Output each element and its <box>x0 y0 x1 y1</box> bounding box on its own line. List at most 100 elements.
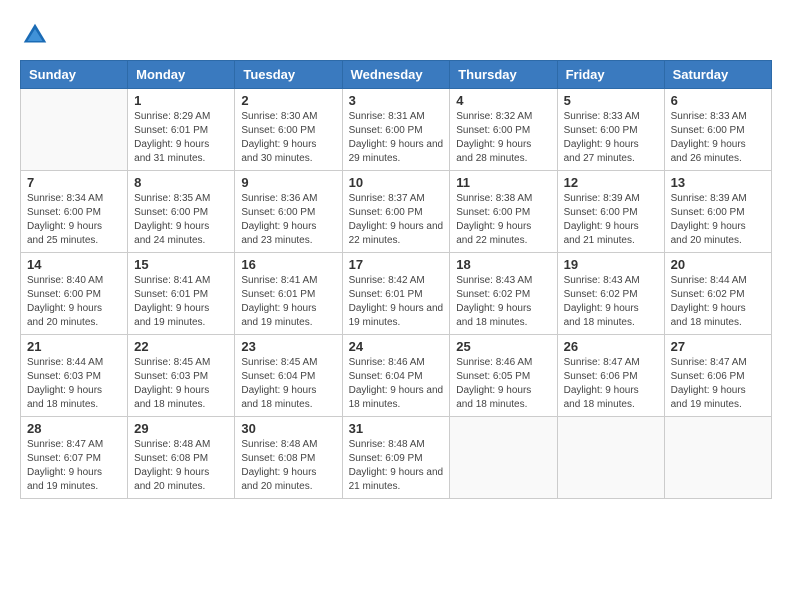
day-number: 25 <box>456 339 550 354</box>
calendar-cell <box>21 89 128 171</box>
day-info: Sunrise: 8:38 AMSunset: 6:00 PMDaylight:… <box>456 192 550 248</box>
day-number: 8 <box>134 175 228 190</box>
day-number: 2 <box>241 93 335 108</box>
day-number: 9 <box>241 175 335 190</box>
calendar-cell: 8 Sunrise: 8:35 AMSunset: 6:00 PMDaylight… <box>128 171 235 253</box>
day-number: 24 <box>349 339 444 354</box>
calendar-cell: 22 Sunrise: 8:45 AMSunset: 6:03 PMDayligh… <box>128 335 235 417</box>
header-wednesday: Wednesday <box>342 61 450 89</box>
day-number: 16 <box>241 257 335 272</box>
calendar-cell: 6Sunrise: 8:33 AMSunset: 6:00 PMDaylight… <box>664 89 771 171</box>
day-info: Sunrise: 8:33 AMSunset: 6:00 PMDaylight:… <box>564 110 658 166</box>
day-number: 21 <box>27 339 121 354</box>
calendar-cell: 20Sunrise: 8:44 AMSunset: 6:02 PMDayligh… <box>664 253 771 335</box>
calendar-cell: 13 Sunrise: 8:39 AMSunset: 6:00 PMDayligh… <box>664 171 771 253</box>
page-header <box>20 20 772 50</box>
day-info: Sunrise: 8:44 AMSunset: 6:03 PMDaylight:… <box>27 356 121 412</box>
calendar-cell: 25 Sunrise: 8:46 AMSunset: 6:05 PMDayligh… <box>450 335 557 417</box>
header-tuesday: Tuesday <box>235 61 342 89</box>
calendar-cell: 29 Sunrise: 8:48 AMSunset: 6:08 PMDayligh… <box>128 417 235 499</box>
day-number: 18 <box>456 257 550 272</box>
day-info: Sunrise: 8:30 AMSunset: 6:00 PMDaylight:… <box>241 110 335 166</box>
calendar-cell: 14 Sunrise: 8:40 AMSunset: 6:00 PMDayligh… <box>21 253 128 335</box>
calendar-cell: 24Sunrise: 8:46 AMSunset: 6:04 PMDayligh… <box>342 335 450 417</box>
day-info: Sunrise: 8:39 AMSunset: 6:00 PMDaylight:… <box>564 192 658 248</box>
calendar-table: SundayMondayTuesdayWednesdayThursdayFrid… <box>20 60 772 499</box>
calendar-cell: 27 Sunrise: 8:47 AMSunset: 6:06 PMDayligh… <box>664 335 771 417</box>
calendar-cell: 21 Sunrise: 8:44 AMSunset: 6:03 PMDayligh… <box>21 335 128 417</box>
day-number: 14 <box>27 257 121 272</box>
day-number: 27 <box>671 339 765 354</box>
day-info: Sunrise: 8:47 AMSunset: 6:06 PMDaylight:… <box>564 356 658 412</box>
day-info: Sunrise: 8:48 AMSunset: 6:08 PMDaylight:… <box>134 438 228 494</box>
day-info: Sunrise: 8:43 AMSunset: 6:02 PMDaylight:… <box>456 274 550 330</box>
calendar-cell: 19 Sunrise: 8:43 AMSunset: 6:02 PMDayligh… <box>557 253 664 335</box>
calendar-week-row: 14 Sunrise: 8:40 AMSunset: 6:00 PMDayligh… <box>21 253 772 335</box>
calendar-cell: 16 Sunrise: 8:41 AMSunset: 6:01 PMDayligh… <box>235 253 342 335</box>
calendar-header-row: SundayMondayTuesdayWednesdayThursdayFrid… <box>21 61 772 89</box>
day-number: 10 <box>349 175 444 190</box>
calendar-cell: 5Sunrise: 8:33 AMSunset: 6:00 PMDaylight… <box>557 89 664 171</box>
day-number: 31 <box>349 421 444 436</box>
calendar-cell: 31 Sunrise: 8:48 AMSunset: 6:09 PMDayligh… <box>342 417 450 499</box>
calendar-cell <box>450 417 557 499</box>
calendar-cell: 4 Sunrise: 8:32 AMSunset: 6:00 PMDaylight… <box>450 89 557 171</box>
calendar-cell: 12 Sunrise: 8:39 AMSunset: 6:00 PMDayligh… <box>557 171 664 253</box>
day-number: 15 <box>134 257 228 272</box>
day-info: Sunrise: 8:40 AMSunset: 6:00 PMDaylight:… <box>27 274 121 330</box>
day-number: 11 <box>456 175 550 190</box>
calendar-week-row: 21 Sunrise: 8:44 AMSunset: 6:03 PMDayligh… <box>21 335 772 417</box>
day-number: 12 <box>564 175 658 190</box>
day-info: Sunrise: 8:36 AMSunset: 6:00 PMDaylight:… <box>241 192 335 248</box>
day-info: Sunrise: 8:37 AMSunset: 6:00 PMDaylight:… <box>349 192 444 248</box>
calendar-cell: 11 Sunrise: 8:38 AMSunset: 6:00 PMDayligh… <box>450 171 557 253</box>
day-number: 7 <box>27 175 121 190</box>
day-number: 3 <box>349 93 444 108</box>
logo-icon <box>20 20 50 50</box>
day-number: 1 <box>134 93 228 108</box>
header-friday: Friday <box>557 61 664 89</box>
calendar-cell: 10 Sunrise: 8:37 AMSunset: 6:00 PMDayligh… <box>342 171 450 253</box>
calendar-cell: 7 Sunrise: 8:34 AMSunset: 6:00 PMDaylight… <box>21 171 128 253</box>
header-monday: Monday <box>128 61 235 89</box>
day-info: Sunrise: 8:47 AMSunset: 6:07 PMDaylight:… <box>27 438 121 494</box>
day-info: Sunrise: 8:48 AMSunset: 6:08 PMDaylight:… <box>241 438 335 494</box>
day-number: 23 <box>241 339 335 354</box>
calendar-cell: 1Sunrise: 8:29 AMSunset: 6:01 PMDaylight… <box>128 89 235 171</box>
calendar-cell: 30Sunrise: 8:48 AMSunset: 6:08 PMDayligh… <box>235 417 342 499</box>
day-info: Sunrise: 8:31 AMSunset: 6:00 PMDaylight:… <box>349 110 444 166</box>
day-info: Sunrise: 8:32 AMSunset: 6:00 PMDaylight:… <box>456 110 550 166</box>
header-sunday: Sunday <box>21 61 128 89</box>
day-number: 13 <box>671 175 765 190</box>
header-saturday: Saturday <box>664 61 771 89</box>
calendar-cell: 18 Sunrise: 8:43 AMSunset: 6:02 PMDayligh… <box>450 253 557 335</box>
day-info: Sunrise: 8:35 AMSunset: 6:00 PMDaylight:… <box>134 192 228 248</box>
day-number: 17 <box>349 257 444 272</box>
day-number: 4 <box>456 93 550 108</box>
day-info: Sunrise: 8:46 AMSunset: 6:05 PMDaylight:… <box>456 356 550 412</box>
day-number: 19 <box>564 257 658 272</box>
calendar-cell: 28Sunrise: 8:47 AMSunset: 6:07 PMDayligh… <box>21 417 128 499</box>
day-info: Sunrise: 8:34 AMSunset: 6:00 PMDaylight:… <box>27 192 121 248</box>
day-info: Sunrise: 8:41 AMSunset: 6:01 PMDaylight:… <box>241 274 335 330</box>
calendar-cell: 3 Sunrise: 8:31 AMSunset: 6:00 PMDaylight… <box>342 89 450 171</box>
calendar-cell: 9 Sunrise: 8:36 AMSunset: 6:00 PMDaylight… <box>235 171 342 253</box>
calendar-cell: 17 Sunrise: 8:42 AMSunset: 6:01 PMDayligh… <box>342 253 450 335</box>
day-number: 22 <box>134 339 228 354</box>
calendar-cell: 15Sunrise: 8:41 AMSunset: 6:01 PMDayligh… <box>128 253 235 335</box>
calendar-cell: 23Sunrise: 8:45 AMSunset: 6:04 PMDayligh… <box>235 335 342 417</box>
logo <box>20 20 54 50</box>
day-info: Sunrise: 8:39 AMSunset: 6:00 PMDaylight:… <box>671 192 765 248</box>
day-info: Sunrise: 8:42 AMSunset: 6:01 PMDaylight:… <box>349 274 444 330</box>
day-number: 29 <box>134 421 228 436</box>
day-info: Sunrise: 8:43 AMSunset: 6:02 PMDaylight:… <box>564 274 658 330</box>
calendar-week-row: 1Sunrise: 8:29 AMSunset: 6:01 PMDaylight… <box>21 89 772 171</box>
calendar-week-row: 7 Sunrise: 8:34 AMSunset: 6:00 PMDaylight… <box>21 171 772 253</box>
day-number: 6 <box>671 93 765 108</box>
day-info: Sunrise: 8:48 AMSunset: 6:09 PMDaylight:… <box>349 438 444 494</box>
day-info: Sunrise: 8:45 AMSunset: 6:03 PMDaylight:… <box>134 356 228 412</box>
calendar-cell: 26Sunrise: 8:47 AMSunset: 6:06 PMDayligh… <box>557 335 664 417</box>
day-info: Sunrise: 8:44 AMSunset: 6:02 PMDaylight:… <box>671 274 765 330</box>
calendar-week-row: 28Sunrise: 8:47 AMSunset: 6:07 PMDayligh… <box>21 417 772 499</box>
day-info: Sunrise: 8:47 AMSunset: 6:06 PMDaylight:… <box>671 356 765 412</box>
